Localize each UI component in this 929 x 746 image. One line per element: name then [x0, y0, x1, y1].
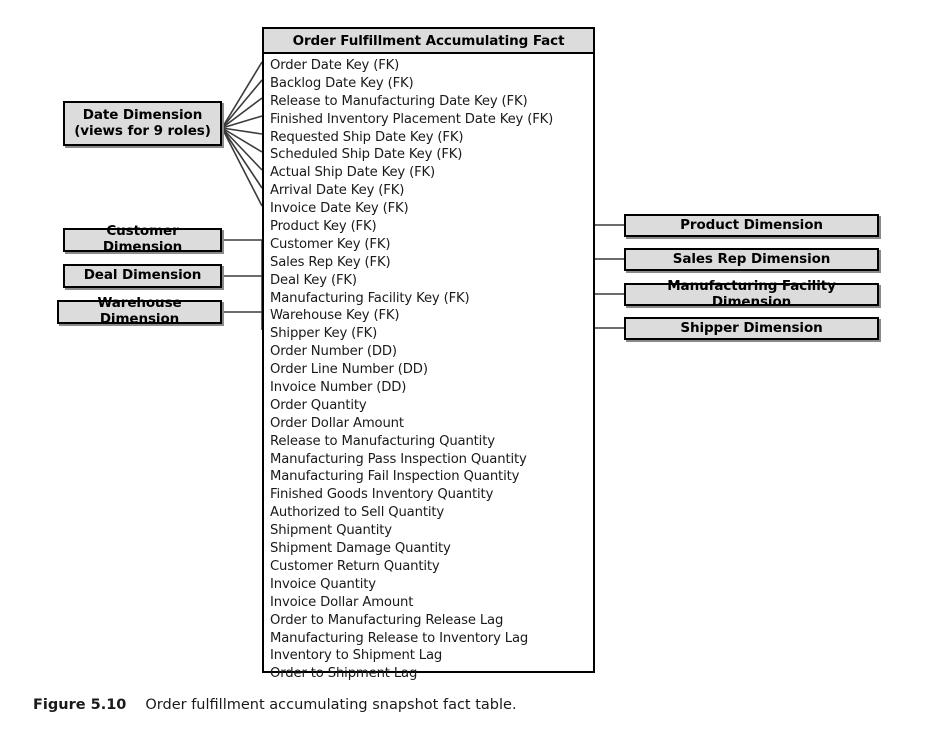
dimension-label-warehouse: Warehouse Dimension	[97, 295, 182, 327]
fact-column: Sales Rep Key (FK)	[270, 254, 391, 270]
connector-date-role-4	[221, 115, 263, 129]
connector-date-role-3	[221, 97, 263, 129]
fact-column: Invoice Number (DD)	[270, 380, 407, 396]
fact-column: Customer Return Quantity	[270, 558, 440, 574]
fact-column: Order Number (DD)	[270, 344, 397, 360]
fact-column: Authorized to Sell Quantity	[270, 505, 445, 521]
figure-caption: Figure 5.10 Order fulfillment accumulatin…	[33, 697, 517, 713]
connector-date-role-2	[221, 79, 263, 129]
figure-caption-text: Order fulfillment accumulating snapshot …	[145, 697, 517, 713]
fact-column: Inventory to Shipment Lag	[270, 648, 443, 664]
figure-number: Figure 5.10	[33, 697, 127, 713]
dimension-label-sales-rep: Sales Rep Dimension	[672, 250, 831, 267]
dimension-box-customer[interactable]: Customer Dimension	[63, 223, 222, 255]
dimension-label-product: Product Dimension	[680, 216, 823, 233]
dimension-box-date[interactable]: Date Dimension (views for 9 roles)	[63, 101, 222, 146]
fact-column: Finished Inventory Placement Date Key (F…	[270, 111, 554, 127]
dimension-label-shipper: Shipper Dimension	[680, 319, 823, 336]
fact-column: Warehouse Key (FK)	[270, 308, 400, 324]
fact-column: Arrival Date Key (FK)	[270, 183, 405, 199]
fact-column: Backlog Date Key (FK)	[270, 75, 414, 91]
dimension-box-warehouse[interactable]: Warehouse Dimension	[57, 295, 222, 327]
fact-column: Deal Key (FK)	[270, 272, 357, 288]
fact-column: Order Quantity	[270, 397, 367, 413]
dimensional-model-diagram: Date Dimension (views for 9 roles) Custo…	[0, 0, 929, 746]
fact-column: Shipment Damage Quantity	[270, 541, 451, 557]
fact-column: Shipper Key (FK)	[270, 326, 378, 342]
connector-date-role-7	[221, 127, 263, 171]
fact-column: Order Dollar Amount	[270, 415, 404, 431]
fact-column: Finished Goods Inventory Quantity	[270, 487, 494, 503]
fact-column: Order to Manufacturing Release Lag	[270, 612, 504, 628]
connector-date-role-5	[221, 127, 263, 135]
fact-column: Invoice Date Key (FK)	[270, 201, 409, 217]
fact-column: Requested Ship Date Key (FK)	[270, 129, 464, 145]
dimension-box-shipper[interactable]: Shipper Dimension	[624, 317, 879, 340]
fact-table-order-fulfillment[interactable]: Order Fulfillment Accumulating Fact Orde…	[262, 27, 595, 681]
fact-column: Order to Shipment Lag	[270, 666, 418, 682]
fact-column: Scheduled Ship Date Key (FK)	[270, 147, 463, 163]
fact-table-column-list: Order Date Key (FK) Backlog Date Key (FK…	[264, 54, 593, 683]
dimension-label-date: Date Dimension	[82, 106, 203, 123]
fact-column: Manufacturing Release to Inventory Lag	[270, 630, 529, 646]
fact-column: Release to Manufacturing Quantity	[270, 433, 495, 449]
fact-column: Manufacturing Facility Key (FK)	[270, 290, 470, 306]
dimension-sublabel-date: (views for 9 roles)	[74, 122, 211, 139]
connector-date-role-1	[221, 61, 263, 129]
fact-column: Customer Key (FK)	[270, 236, 391, 252]
fact-column: Order Line Number (DD)	[270, 362, 428, 378]
fact-table-title: Order Fulfillment Accumulating Fact	[264, 29, 593, 54]
dimension-box-product[interactable]: Product Dimension	[624, 214, 879, 237]
connector-date-role-9	[221, 127, 263, 207]
fact-column: Manufacturing Fail Inspection Quantity	[270, 469, 520, 485]
connector-date-role-8	[221, 127, 263, 189]
dimension-label-manufacturing-facility: Manufacturing Facility Dimension	[667, 277, 836, 310]
fact-column: Actual Ship Date Key (FK)	[270, 165, 436, 181]
dimension-box-deal[interactable]: Deal Dimension	[63, 264, 222, 288]
fact-column: Release to Manufacturing Date Key (FK)	[270, 93, 528, 109]
fact-column: Invoice Dollar Amount	[270, 594, 414, 610]
connector-date-role-6	[221, 127, 263, 153]
fact-column: Manufacturing Pass Inspection Quantity	[270, 451, 527, 467]
fact-column: Invoice Quantity	[270, 576, 376, 592]
dimension-label-deal: Deal Dimension	[83, 267, 202, 284]
fact-column: Shipment Quantity	[270, 523, 392, 539]
dimension-box-sales-rep[interactable]: Sales Rep Dimension	[624, 248, 879, 271]
fact-column: Product Key (FK)	[270, 219, 377, 235]
fact-column: Order Date Key (FK)	[270, 58, 400, 73]
dimension-box-manufacturing-facility[interactable]: Manufacturing Facility Dimension	[624, 278, 879, 309]
dimension-label-customer: Customer Dimension	[102, 223, 183, 255]
